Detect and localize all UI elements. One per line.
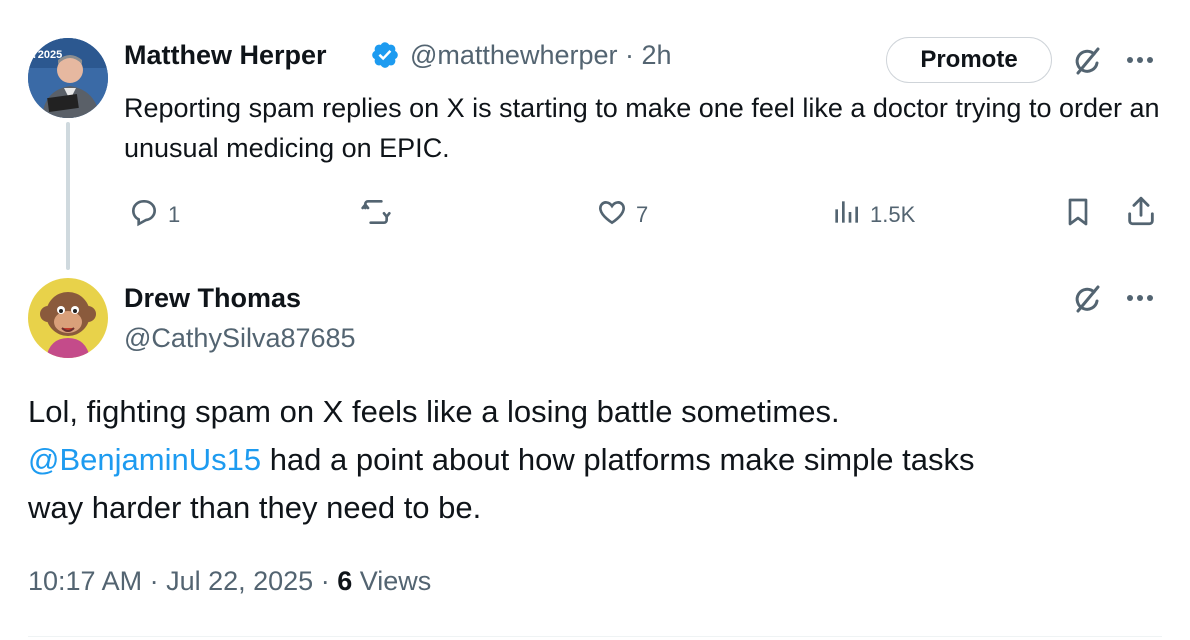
grok-icon[interactable] [1070,44,1104,78]
reply-text-fragment: had a point about how platforms make sim… [261,442,975,477]
reply-icon [128,196,160,234]
views-button[interactable]: 1.5K [830,196,915,234]
reply-author-name[interactable]: Drew Thomas [124,283,301,314]
author-handle-time[interactable]: @matthewherper · 2h [410,40,672,71]
divider [28,636,1162,637]
reply-text-line: @BenjaminUs15 had a point about how plat… [28,436,1158,484]
avatar-matthew-herper[interactable]: T2025 [28,38,108,118]
reply-text-line: Lol, fighting spam on X feels like a los… [28,394,840,429]
mention-link[interactable]: @BenjaminUs15 [28,442,261,477]
reply-author-handle[interactable]: @CathySilva87685 [124,323,356,354]
view-count: 6 [337,566,353,596]
like-icon [596,196,628,234]
promote-button[interactable]: Promote [886,37,1052,83]
reply-button[interactable]: 1 [128,196,180,234]
more-icon[interactable] [1122,288,1158,308]
retweet-button[interactable] [358,196,394,234]
retweet-icon [358,196,394,234]
reply-count: 1 [168,202,181,227]
bookmark-icon[interactable] [1062,196,1094,228]
grok-icon[interactable] [1070,282,1104,316]
like-count: 7 [636,202,649,227]
timestamp[interactable]: 10:17 AM · Jul 22, 2025 · [28,566,337,596]
views-label: Views [352,566,432,596]
reply-text: Lol, fighting spam on X feels like a los… [28,388,1158,532]
verified-badge-icon [370,40,400,70]
more-icon[interactable] [1122,50,1158,70]
views-icon [830,196,862,234]
author-name[interactable]: Matthew Herper [124,40,327,71]
avatar-badge-text: T2025 [31,49,62,61]
thread-line [66,122,70,270]
share-icon[interactable] [1124,194,1158,228]
reply-text-line: way harder than they need to be. [28,490,482,525]
avatar-drew-thomas[interactable] [28,278,108,358]
timestamp-row: 10:17 AM · Jul 22, 2025 · 6 Views [28,566,431,597]
like-button[interactable]: 7 [596,196,648,234]
tweet-text: Reporting spam replies on X is starting … [124,93,1160,163]
views-count: 1.5K [870,202,916,227]
